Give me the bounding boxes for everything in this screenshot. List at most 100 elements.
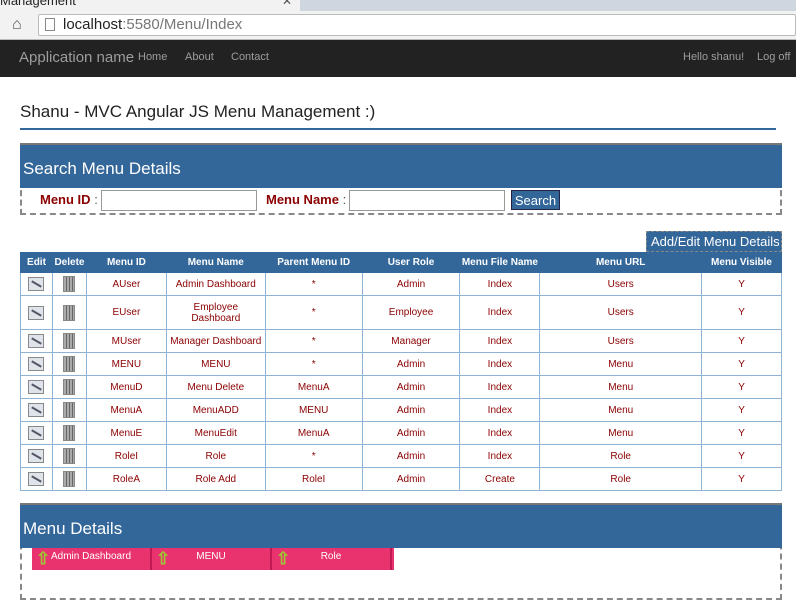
delete-icon[interactable] <box>63 471 76 487</box>
edit-icon[interactable] <box>28 305 45 320</box>
table-row: MUser Manager Dashboard * Manager Index Users… <box>20 329 782 353</box>
table-cell: Menu <box>539 398 703 422</box>
table-cell: MenuA <box>85 398 167 422</box>
edit-cell <box>20 295 53 330</box>
logoff-link[interactable]: Log off <box>757 51 790 63</box>
delete-icon[interactable] <box>63 448 76 464</box>
table-cell: Y <box>701 375 782 399</box>
table-row: AUser Admin Dashboard * Admin Index Users Y <box>20 272 782 296</box>
table-cell: Y <box>701 329 782 353</box>
greeting-link[interactable]: Hello shanu! <box>683 51 744 63</box>
close-tab-icon[interactable]: ✕ <box>282 0 292 8</box>
table-cell: Index <box>459 329 541 353</box>
menu-bar: ⇧ Admin Dashboard ⇧ MENU ⇧ Role <box>32 548 394 570</box>
table-row: MenuE MenuEdit MenuA Admin Index Menu Y <box>20 421 782 445</box>
menu-item-label: MENU <box>196 551 226 562</box>
brand-link[interactable]: Application name <box>19 49 134 66</box>
table-cell: MenuA <box>264 375 363 399</box>
table-cell: RoleI <box>85 444 167 468</box>
table-cell: AUser <box>85 272 167 296</box>
nav-contact[interactable]: Contact <box>231 51 269 63</box>
arrow-up-icon: ⇧ <box>276 549 291 568</box>
column-header: Delete <box>51 252 87 273</box>
column-header: Menu File Name <box>459 252 541 273</box>
table-row: RoleA Role Add RoleI Admin Create Role Y <box>20 467 782 491</box>
edit-cell <box>20 272 53 296</box>
delete-icon[interactable] <box>63 402 76 418</box>
table-cell: Users <box>539 329 703 353</box>
menu-details-title: Menu Details <box>20 503 782 548</box>
table-cell: MUser <box>85 329 167 353</box>
table-cell: Manager Dashboard <box>165 329 266 353</box>
edit-icon[interactable] <box>28 357 45 371</box>
edit-icon[interactable] <box>28 426 45 440</box>
table-cell: EUser <box>85 295 167 330</box>
table-cell: Y <box>701 444 782 468</box>
table-cell: Index <box>459 272 541 296</box>
nav-about[interactable]: About <box>185 51 214 63</box>
edit-cell <box>20 352 53 376</box>
add-edit-menu-button[interactable]: Add/Edit Menu Details <box>646 231 782 252</box>
edit-cell <box>20 444 53 468</box>
url-input[interactable]: localhost:5580/Menu/Index <box>38 14 796 36</box>
table-header: Edit Delete Menu ID Menu Name Parent Menu ID… <box>20 252 782 273</box>
delete-icon[interactable] <box>63 333 76 349</box>
delete-cell <box>51 421 87 445</box>
table-cell: Users <box>539 295 703 330</box>
url-path: :5580/Menu/Index <box>122 16 243 33</box>
menu-id-label: Menu ID : <box>40 192 98 207</box>
edit-icon[interactable] <box>28 449 45 463</box>
delete-cell <box>51 272 87 296</box>
table-cell: Employee Dashboard <box>165 295 266 330</box>
page-icon <box>45 18 55 31</box>
edit-icon[interactable] <box>28 380 45 394</box>
search-panel-title: Search Menu Details <box>20 143 782 188</box>
menu-item-label: Admin Dashboard <box>50 551 132 562</box>
edit-icon[interactable] <box>28 277 45 291</box>
table-cell: Index <box>459 444 541 468</box>
delete-icon[interactable] <box>63 379 76 395</box>
menu-name-input[interactable] <box>349 190 505 211</box>
table-cell: * <box>264 329 363 353</box>
table-cell: Y <box>701 467 782 491</box>
table-cell: MenuADD <box>165 398 266 422</box>
edit-icon[interactable] <box>28 334 45 348</box>
home-icon[interactable]: ⌂ <box>12 16 22 34</box>
table-cell: MenuA <box>264 421 363 445</box>
delete-icon[interactable] <box>63 356 76 372</box>
menu-item[interactable]: ⇧ Admin Dashboard <box>32 548 152 570</box>
table-cell: Admin <box>361 421 461 445</box>
table-row: MenuD Menu Delete MenuA Admin Index Menu Y <box>20 375 782 399</box>
table-cell: Admin <box>361 375 461 399</box>
menu-item[interactable]: ⇧ Role <box>272 548 392 570</box>
delete-icon[interactable] <box>63 425 76 441</box>
table-cell: Admin <box>361 467 461 491</box>
page-title: Shanu - MVC Angular JS Menu Management :… <box>20 102 376 121</box>
table-cell: Admin <box>361 352 461 376</box>
column-header: Menu Visible <box>701 252 782 273</box>
table-cell: Manager <box>361 329 461 353</box>
menu-item[interactable]: ⇧ MENU <box>152 548 272 570</box>
delete-cell <box>51 444 87 468</box>
table-cell: Users <box>539 272 703 296</box>
table-cell: Index <box>459 375 541 399</box>
tab-title: Management <box>0 0 76 8</box>
delete-icon[interactable] <box>63 304 76 321</box>
edit-icon[interactable] <box>28 403 45 417</box>
menu-id-input[interactable] <box>101 190 257 211</box>
nav-home[interactable]: Home <box>138 51 167 63</box>
table-row: MenuA MenuADD MENU Admin Index Menu Y <box>20 398 782 422</box>
table-cell: Menu <box>539 375 703 399</box>
search-button[interactable]: Search <box>511 190 560 210</box>
table-cell: Role <box>539 444 703 468</box>
edit-icon[interactable] <box>28 472 45 486</box>
browser-tab[interactable]: Management ✕ <box>0 0 300 11</box>
delete-cell <box>51 352 87 376</box>
table-cell: MENU <box>85 352 167 376</box>
table-cell: Admin <box>361 444 461 468</box>
column-header: Menu Name <box>165 252 266 273</box>
delete-icon[interactable] <box>63 276 76 292</box>
delete-cell <box>51 375 87 399</box>
table-cell: MenuD <box>85 375 167 399</box>
table-cell: * <box>264 295 363 330</box>
